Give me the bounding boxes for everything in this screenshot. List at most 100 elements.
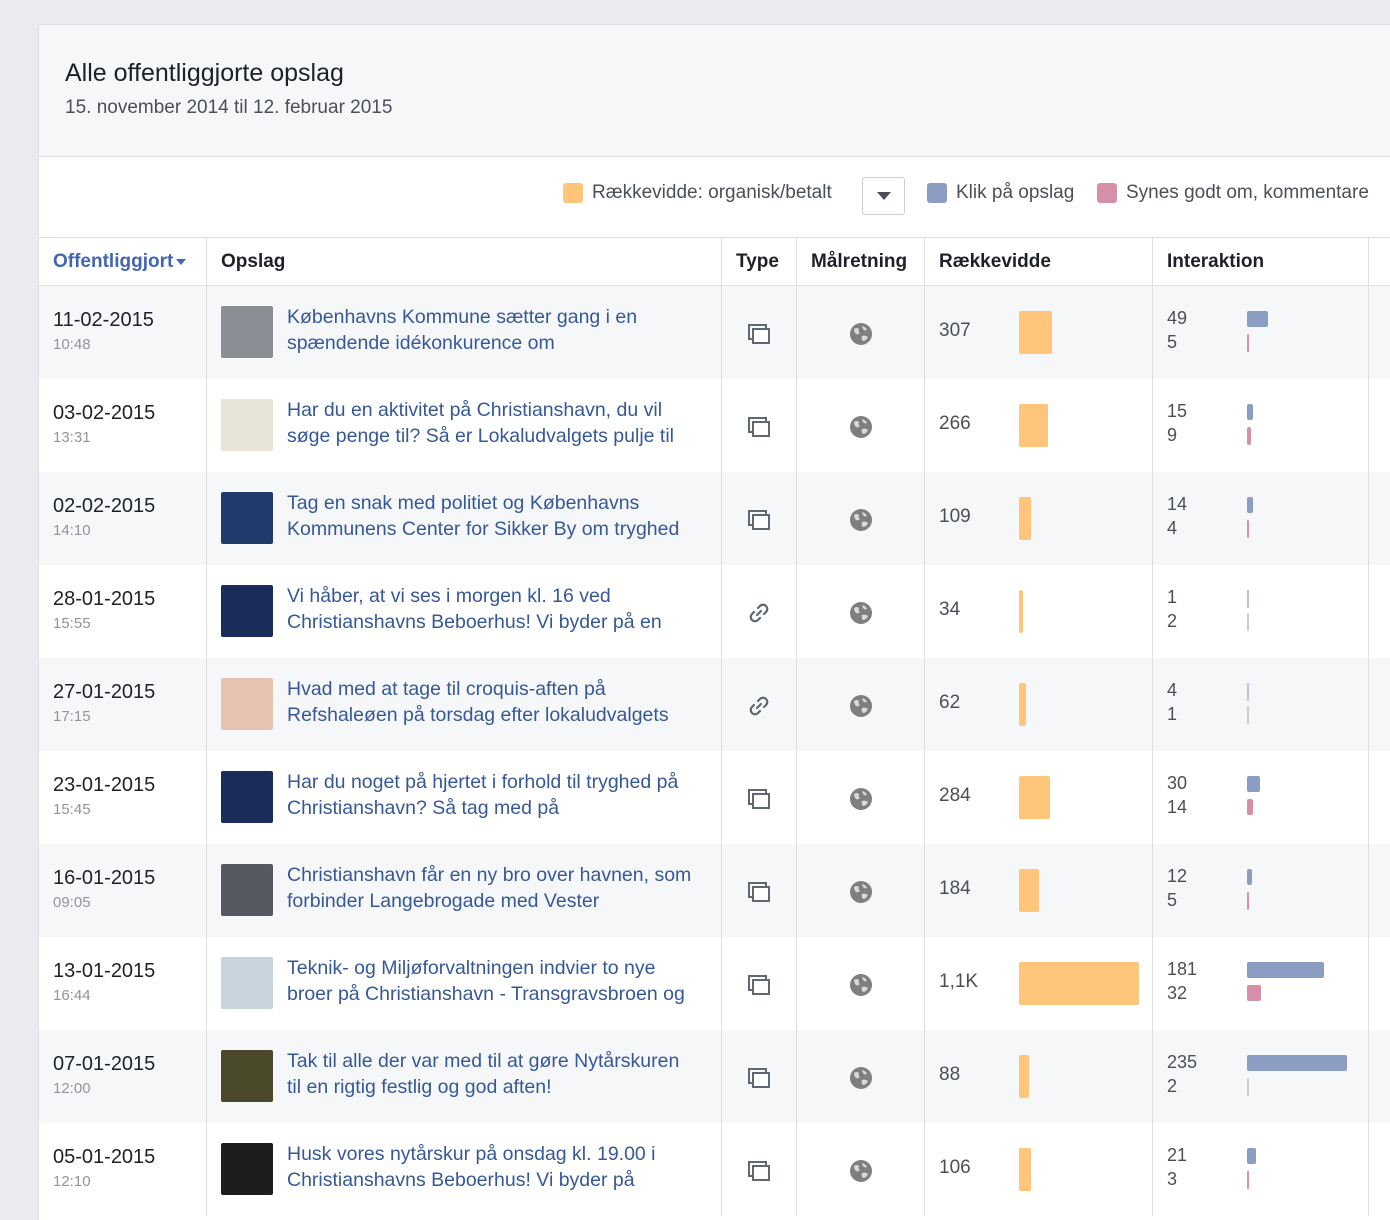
post-text-line1: Tak til alle der var med til at gøre Nyt… [287, 1050, 680, 1072]
interaction-cell: 21 3 [1153, 1123, 1369, 1216]
column-published[interactable]: Offentliggjort [39, 238, 207, 285]
likes-swatch [1097, 183, 1117, 203]
post-link[interactable]: Tak til alle der var med til at gøre Nyt… [287, 1048, 717, 1100]
likes-bar [1247, 799, 1253, 815]
clicks-bar [1247, 776, 1260, 792]
reach-bar [1019, 311, 1052, 354]
interaction-cell: 12 5 [1153, 844, 1369, 937]
post-link[interactable]: Tag en snak med politiet og Københavns K… [287, 490, 717, 542]
legend-reach[interactable]: Rækkevidde: organisk/betalt [563, 182, 832, 204]
post-icon [747, 787, 771, 811]
reach-value: 34 [939, 599, 961, 620]
table-row[interactable]: 28-01-2015 15:55 Vi håber, at vi ses i m… [39, 565, 1390, 658]
post-thumbnail[interactable] [221, 771, 273, 823]
reach-cell: 184 [925, 844, 1153, 937]
column-type[interactable]: Type [722, 238, 797, 285]
column-interaction[interactable]: Interaktion [1153, 238, 1369, 285]
post-thumbnail[interactable] [221, 306, 273, 358]
clicks-bar [1247, 497, 1253, 513]
clicks-value: 1 [1167, 587, 1178, 607]
post-link[interactable]: Københavns Kommune sætter gang i en spæn… [287, 304, 717, 356]
post-thumbnail[interactable] [221, 864, 273, 916]
table-row[interactable]: 27-01-2015 17:15 Hvad med at tage til cr… [39, 658, 1390, 751]
link-icon [747, 694, 771, 718]
post-thumbnail[interactable] [221, 1143, 273, 1195]
column-type-label: Type [736, 250, 779, 272]
table-row[interactable]: 13-01-2015 16:44 Teknik- og Miljøforvalt… [39, 937, 1390, 1030]
reach-cell: 266 [925, 379, 1153, 472]
type-cell [722, 379, 797, 472]
post-text-line2: Christianshavns Beboerhus! Vi byder på e… [287, 611, 662, 633]
post-link[interactable]: Hvad med at tage til croquis-aften på Re… [287, 676, 717, 728]
type-cell [722, 937, 797, 1030]
post-date: 03-02-2015 [53, 402, 156, 424]
post-thumbnail[interactable] [221, 585, 273, 637]
likes-bar [1247, 985, 1261, 1001]
column-interaction-label: Interaktion [1167, 250, 1265, 272]
link-icon [747, 601, 771, 625]
post-thumbnail[interactable] [221, 957, 273, 1009]
table-row[interactable]: 02-02-2015 14:10 Tag en snak med politie… [39, 472, 1390, 565]
post-thumbnail[interactable] [221, 678, 273, 730]
table-row[interactable]: 05-01-2015 12:10 Husk vores nytårskur på… [39, 1123, 1390, 1216]
column-post[interactable]: Opslag [207, 238, 722, 285]
table-row[interactable]: 23-01-2015 15:45 Har du noget på hjertet… [39, 751, 1390, 844]
post-text-line2: Christianshavn? Så tag med på [287, 797, 560, 819]
table-row[interactable]: 16-01-2015 09:05 Christianshavn får en n… [39, 844, 1390, 937]
published-cell: 13-01-2015 16:44 [39, 937, 207, 1030]
reach-cell: 34 [925, 565, 1153, 658]
post-text-line2: søge penge til? Så er Lokaludvalgets pul… [287, 425, 674, 447]
legend-likes-label: Synes godt om, kommentare [1126, 182, 1369, 203]
clicks-bar [1247, 1148, 1256, 1164]
table-row[interactable]: 03-02-2015 13:31 Har du en aktivitet på … [39, 379, 1390, 472]
globe-icon [849, 1159, 873, 1183]
legend-reach-label: Rækkevidde: organisk/betalt [592, 182, 832, 203]
type-cell [722, 658, 797, 751]
post-link[interactable]: Teknik- og Miljøforvaltningen indvier to… [287, 955, 717, 1007]
column-targeting[interactable]: Målretning [797, 238, 925, 285]
post-thumbnail[interactable] [221, 492, 273, 544]
column-post-label: Opslag [221, 250, 286, 272]
reach-bar [1019, 962, 1139, 1005]
published-cell: 02-02-2015 14:10 [39, 472, 207, 565]
clicks-bar [1247, 404, 1253, 420]
post-cell: Tak til alle der var med til at gøre Nyt… [207, 1030, 722, 1123]
clicks-value: 181 [1167, 959, 1198, 979]
post-text-line1: Christianshavn får en ny bro over havnen… [287, 864, 692, 886]
post-thumbnail[interactable] [221, 399, 273, 451]
post-time: 10:48 [53, 336, 91, 353]
type-cell [722, 751, 797, 844]
post-link[interactable]: Har du noget på hjertet i forhold til tr… [287, 769, 717, 821]
interaction-cell: 49 5 [1153, 286, 1369, 379]
type-cell [722, 565, 797, 658]
metric-dropdown[interactable] [862, 177, 905, 215]
globe-icon [849, 322, 873, 346]
published-cell: 11-02-2015 10:48 [39, 286, 207, 379]
post-thumbnail[interactable] [221, 1050, 273, 1102]
table-row[interactable]: 07-01-2015 12:00 Tak til alle der var me… [39, 1030, 1390, 1123]
post-cell: Teknik- og Miljøforvaltningen indvier to… [207, 937, 722, 1030]
post-cell: Har du en aktivitet på Christianshavn, d… [207, 379, 722, 472]
interaction-cell: 4 1 [1153, 658, 1369, 751]
reach-bar [1019, 590, 1023, 633]
post-text-line2: broer på Christianshavn - Transgravsbroe… [287, 983, 685, 1005]
reach-bar [1019, 404, 1048, 447]
post-link[interactable]: Husk vores nytårskur på onsdag kl. 19.00… [287, 1141, 717, 1193]
post-link[interactable]: Har du en aktivitet på Christianshavn, d… [287, 397, 717, 449]
post-link[interactable]: Christianshavn får en ny bro over havnen… [287, 862, 717, 914]
post-time: 13:31 [53, 429, 91, 446]
legend-likes[interactable]: Synes godt om, kommentare [1097, 182, 1369, 204]
post-time: 15:45 [53, 801, 91, 818]
clicks-bar [1247, 962, 1324, 978]
post-link[interactable]: Vi håber, at vi ses i morgen kl. 16 ved … [287, 583, 717, 635]
post-icon [747, 415, 771, 439]
post-icon [747, 880, 771, 904]
likes-bar [1247, 427, 1251, 445]
post-cell: Christianshavn får en ny bro over havnen… [207, 844, 722, 937]
reach-bar [1019, 497, 1031, 540]
targeting-cell [797, 1123, 925, 1216]
clicks-value: 4 [1167, 680, 1178, 700]
legend-clicks[interactable]: Klik på opslag [927, 182, 1074, 204]
column-reach[interactable]: Rækkevidde [925, 238, 1153, 285]
table-row[interactable]: 11-02-2015 10:48 Københavns Kommune sætt… [39, 286, 1390, 379]
